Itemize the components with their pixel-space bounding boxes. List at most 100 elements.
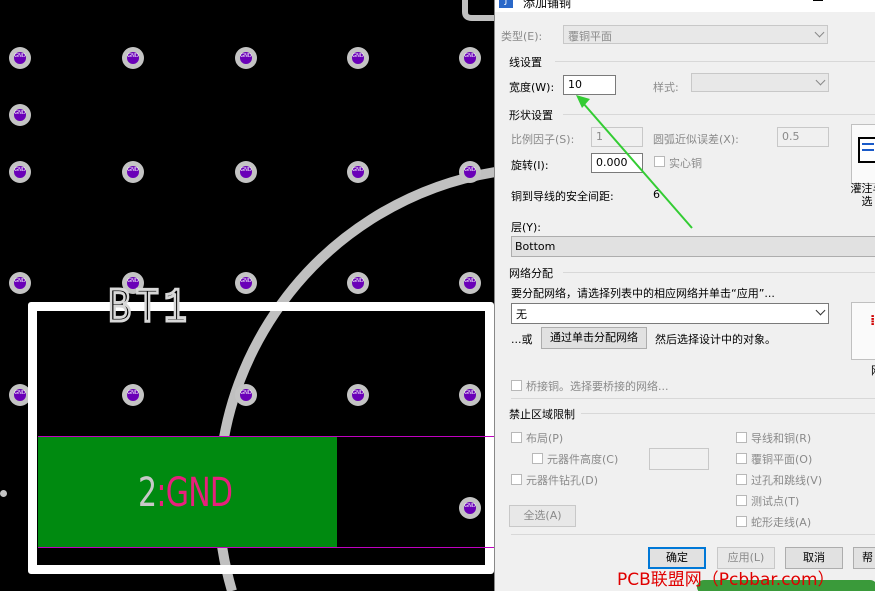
divider (563, 272, 875, 273)
arc-error-input[interactable]: 0.5 (777, 127, 829, 147)
ko-layout-label: 布局(P) (526, 432, 564, 445)
pad-net-sep: : (156, 470, 166, 516)
keepout-group-title: 禁止区域限制 (509, 408, 575, 421)
chevron-down-icon (815, 75, 826, 86)
pad-number: 2 (138, 470, 157, 516)
rotate-input[interactable]: 0.000 (591, 153, 643, 173)
layer-value: Bottom (515, 240, 556, 253)
net-pick-icon: ⁞ (870, 313, 875, 329)
via[interactable]: GND (9, 272, 31, 294)
divider (581, 413, 875, 414)
ko-drill-label: 元器件钻孔(D) (526, 474, 599, 487)
ko-serpentine-checkbox[interactable] (736, 516, 747, 527)
pad-label: 2:GND (138, 470, 233, 516)
line-group-title: 线设置 (509, 56, 542, 69)
clearance-value: 6 (653, 188, 660, 201)
via-net-label: GND (14, 53, 26, 59)
via-net-label: GND (240, 167, 252, 173)
scale-input[interactable]: 1 (591, 127, 643, 147)
via-net-label: GND (14, 167, 26, 173)
chevron-down-icon (814, 27, 825, 38)
via[interactable]: GND (459, 161, 481, 183)
via-net-label: GND (127, 53, 139, 59)
via-net-label: GND (127, 278, 139, 284)
net-pick-button[interactable]: ⁞ (851, 302, 875, 360)
add-copper-dialog: J 添加铺铜 类型(E): 覆铜平面 线设置 宽度(W): 10 样式: 形状设… (494, 0, 875, 591)
via[interactable]: GND (122, 161, 144, 183)
chevron-down-icon (815, 305, 826, 316)
ko-traces-checkbox[interactable] (736, 432, 747, 443)
via-net-label: GND (464, 503, 476, 509)
select-all-button[interactable]: 全选(A) (509, 505, 576, 527)
watermark: PCB联盟网（Pcbbar.com） (617, 570, 835, 590)
divider (511, 398, 875, 399)
via[interactable]: GND (235, 47, 257, 69)
ko-plane-label: 覆铜平面(O) (751, 453, 813, 466)
ko-testpoints-label: 测试点(T) (751, 495, 800, 508)
help-button[interactable]: 帮 (853, 547, 875, 569)
solid-copper-checkbox[interactable] (654, 156, 665, 167)
via-net-label: GND (464, 390, 476, 396)
via[interactable]: GND (347, 47, 369, 69)
ko-serpentine-label: 蛇形走线(A) (751, 516, 812, 529)
style-select[interactable] (691, 73, 829, 92)
via-net-label: GND (14, 390, 26, 396)
arc-error-label: 圆弧近似误差(X): (653, 133, 739, 146)
via-net-label: GND (464, 167, 476, 173)
via-net-label: GND (14, 110, 26, 116)
via[interactable]: GND (9, 104, 31, 126)
ko-drill-checkbox[interactable] (511, 474, 522, 485)
layer-label: 层(Y): (511, 221, 542, 234)
net-select[interactable]: 无 (511, 303, 829, 324)
via[interactable]: GND (9, 47, 31, 69)
clearance-label: 铜到导线的安全间距: (511, 190, 614, 203)
flood-select-button[interactable] (851, 124, 875, 184)
net-pick-label: 网 (871, 362, 875, 378)
title-bar[interactable]: J 添加铺铜 (495, 0, 875, 12)
width-label: 宽度(W): (509, 81, 555, 94)
via[interactable]: GND (459, 272, 481, 294)
via-net-label: GND (352, 53, 364, 59)
ko-vias-checkbox[interactable] (736, 474, 747, 485)
via[interactable]: GND (122, 47, 144, 69)
via[interactable]: GND (235, 161, 257, 183)
type-select[interactable]: 覆铜平面 (563, 25, 828, 44)
ko-plane-checkbox[interactable] (736, 453, 747, 464)
via[interactable]: GND (347, 272, 369, 294)
ko-traces-label: 导线和铜(R) (751, 432, 812, 445)
ko-comp-height-label: 元器件高度(C) (547, 453, 619, 466)
window-title: 添加铺铜 (523, 0, 572, 10)
via[interactable]: GND (459, 47, 481, 69)
canvas-dot (0, 490, 7, 497)
via-net-label: GND (14, 278, 26, 284)
type-label: 类型(E): (501, 30, 543, 43)
net-line-bottom (38, 547, 495, 548)
flood-icon (858, 137, 875, 163)
style-label: 样式: (653, 81, 679, 94)
via[interactable]: GND (9, 161, 31, 183)
app-icon: J (499, 0, 513, 8)
ko-testpoints-checkbox[interactable] (736, 495, 747, 506)
shape-group-title: 形状设置 (509, 109, 553, 122)
ko-comp-height-input[interactable] (649, 448, 709, 470)
minimize-icon[interactable] (813, 0, 823, 1)
assign-by-click-button[interactable]: 通过单击分配网络 (541, 327, 647, 349)
pcb-canvas[interactable]: GND GND GND GND GND GND GND GND GND GND GND GND GND G… (0, 0, 495, 591)
layer-select[interactable]: Bottom (511, 236, 875, 257)
via[interactable]: GND (347, 161, 369, 183)
scale-label: 比例因子(S): (511, 133, 575, 146)
net-instruction: 要分配网络，请选择列表中的相应网络并单击“应用”... (511, 287, 775, 300)
via[interactable]: GND (235, 272, 257, 294)
via-net-label: GND (352, 390, 364, 396)
or-label: ...或 (511, 333, 533, 346)
via-net-label: GND (464, 53, 476, 59)
via-net-label: GND (240, 278, 252, 284)
via-net-label: GND (464, 278, 476, 284)
via-net-label: GND (352, 167, 364, 173)
bridge-copper-checkbox[interactable] (511, 380, 522, 391)
flood-select-label: 灌注与 选 (850, 182, 875, 208)
width-input[interactable]: 10 (563, 75, 616, 95)
ko-layout-checkbox[interactable] (511, 432, 522, 443)
ko-comp-height-checkbox[interactable] (532, 453, 543, 464)
solid-copper-label: 实心铜 (669, 157, 702, 170)
